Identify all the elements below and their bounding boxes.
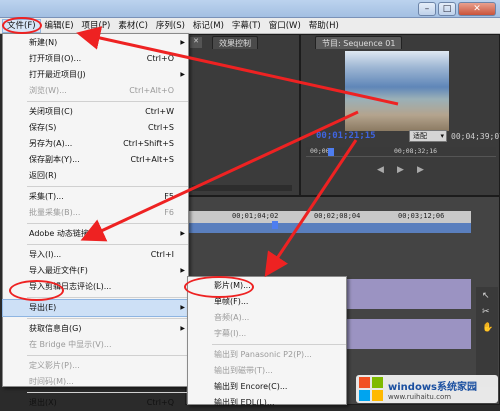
windows-logo-icon	[359, 377, 383, 401]
watermark-url: www.ruihaitu.com	[388, 392, 452, 401]
annotation-arrow-to-export	[80, 110, 359, 242]
watermark-brand: windows系统家园	[388, 381, 478, 393]
annotation-arrows	[76, 26, 399, 277]
watermark: windows系统家园 www.ruihaitu.com	[356, 375, 498, 403]
annotation-arrow-to-movie	[264, 139, 358, 277]
annotation-arrow-to-file	[76, 26, 399, 106]
